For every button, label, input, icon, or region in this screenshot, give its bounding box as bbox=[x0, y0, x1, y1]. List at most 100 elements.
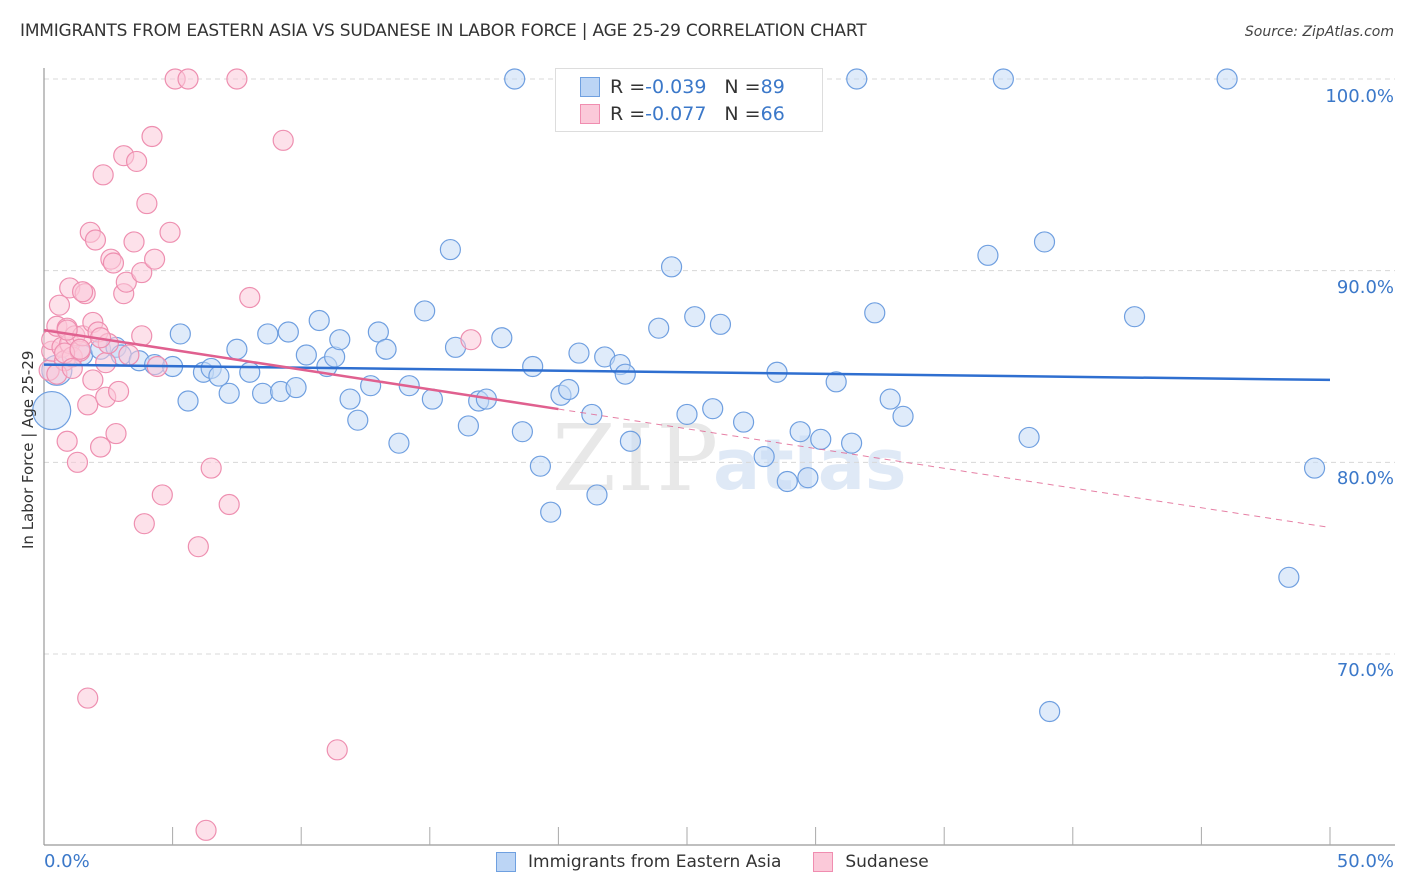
legend-label: Sudanese bbox=[845, 852, 929, 872]
r-label: R = bbox=[610, 76, 646, 98]
point-sudanese bbox=[95, 352, 117, 374]
point-sudanese bbox=[84, 229, 107, 251]
point-eastern-asia bbox=[753, 445, 775, 468]
point-sudanese bbox=[136, 192, 158, 215]
point-sudanese bbox=[226, 68, 248, 90]
point-sudanese bbox=[107, 380, 130, 403]
point-eastern-asia bbox=[810, 428, 832, 450]
swatch-blue bbox=[496, 852, 516, 872]
point-sudanese bbox=[61, 357, 83, 380]
swatch-pink bbox=[580, 104, 600, 124]
point-eastern-asia bbox=[414, 300, 436, 322]
stats-legend: R = -0.039 N = 89 R = -0.077 N = 66 bbox=[555, 68, 823, 132]
y-tick-label: 80.0% bbox=[1336, 468, 1394, 489]
point-sudanese bbox=[56, 319, 78, 341]
point-eastern-asia bbox=[32, 390, 72, 431]
point-eastern-asia bbox=[676, 403, 698, 426]
point-eastern-asia bbox=[457, 415, 479, 437]
point-sudanese bbox=[177, 68, 199, 90]
point-eastern-asia bbox=[375, 338, 397, 360]
point-eastern-asia bbox=[208, 365, 230, 387]
point-eastern-asia bbox=[504, 68, 526, 90]
point-eastern-asia bbox=[540, 501, 562, 523]
point-eastern-asia bbox=[892, 405, 914, 427]
point-eastern-asia bbox=[1278, 566, 1300, 588]
point-eastern-asia bbox=[619, 430, 642, 452]
point-eastern-asia bbox=[797, 467, 819, 489]
point-eastern-asia bbox=[522, 355, 544, 378]
point-eastern-asia bbox=[295, 344, 317, 366]
point-eastern-asia bbox=[252, 382, 274, 404]
point-eastern-asia bbox=[614, 363, 636, 385]
n-label: N = bbox=[724, 76, 761, 98]
point-eastern-asia bbox=[684, 306, 706, 328]
point-eastern-asia bbox=[329, 329, 351, 351]
point-sudanese bbox=[200, 457, 222, 479]
legend-row-sudanese: R = -0.077 N = 66 bbox=[580, 102, 785, 126]
point-sudanese bbox=[143, 248, 166, 270]
point-eastern-asia bbox=[660, 256, 683, 278]
point-sudanese bbox=[133, 513, 155, 535]
point-sudanese bbox=[92, 164, 114, 186]
point-eastern-asia bbox=[439, 238, 461, 261]
point-eastern-asia bbox=[491, 327, 513, 349]
point-eastern-asia bbox=[277, 321, 299, 343]
point-eastern-asia bbox=[285, 376, 307, 399]
point-eastern-asia bbox=[1303, 457, 1326, 479]
point-eastern-asia bbox=[732, 411, 755, 433]
n-label: N = bbox=[724, 103, 761, 125]
point-eastern-asia bbox=[239, 361, 261, 383]
swatch-pink bbox=[813, 852, 834, 872]
y-tick-label: 90.0% bbox=[1336, 277, 1394, 298]
point-sudanese bbox=[326, 739, 348, 761]
point-eastern-asia bbox=[558, 378, 580, 401]
n-value: 66 bbox=[760, 103, 785, 125]
point-sudanese bbox=[159, 221, 181, 243]
point-sudanese bbox=[105, 422, 127, 445]
y-tick-label: 100.0% bbox=[1325, 86, 1394, 107]
point-sudanese bbox=[118, 344, 140, 366]
x-tick-label: 0.0% bbox=[44, 851, 90, 872]
point-sudanese bbox=[460, 329, 482, 351]
point-sudanese bbox=[239, 286, 261, 309]
series-eastern-asia bbox=[32, 68, 1326, 723]
point-eastern-asia bbox=[879, 388, 901, 410]
point-eastern-asia bbox=[1039, 700, 1061, 723]
point-eastern-asia bbox=[347, 409, 369, 431]
point-sudanese bbox=[71, 281, 94, 303]
point-eastern-asia bbox=[776, 470, 798, 493]
n-value: 89 bbox=[760, 76, 785, 98]
point-eastern-asia bbox=[226, 338, 248, 360]
point-eastern-asia bbox=[177, 390, 199, 412]
point-sudanese bbox=[48, 294, 71, 316]
point-eastern-asia bbox=[846, 68, 868, 90]
point-sudanese bbox=[82, 369, 104, 391]
trend-line-sudanese-extension bbox=[558, 408, 1331, 528]
y-axis-label: In Labor Force | Age 25-29 bbox=[19, 350, 37, 549]
series-legend: Immigrants from Eastern Asia Sudanese bbox=[496, 852, 961, 872]
point-eastern-asia bbox=[308, 309, 330, 332]
swatch-blue bbox=[580, 77, 600, 97]
point-eastern-asia bbox=[992, 68, 1014, 90]
point-sudanese bbox=[151, 484, 173, 506]
point-eastern-asia bbox=[789, 421, 811, 443]
r-value: -0.077 bbox=[645, 103, 707, 125]
point-eastern-asia bbox=[421, 388, 443, 410]
point-eastern-asia bbox=[1216, 68, 1238, 90]
legend-item-sudanese[interactable]: Sudanese bbox=[813, 852, 929, 872]
point-eastern-asia bbox=[709, 313, 732, 335]
point-sudanese bbox=[218, 493, 240, 516]
point-eastern-asia bbox=[257, 323, 279, 345]
legend-item-eastern-asia[interactable]: Immigrants from Eastern Asia bbox=[496, 852, 781, 872]
point-eastern-asia bbox=[218, 382, 240, 404]
point-sudanese bbox=[123, 231, 145, 253]
point-eastern-asia bbox=[169, 323, 191, 345]
point-eastern-asia bbox=[841, 432, 863, 454]
point-eastern-asia bbox=[864, 302, 886, 324]
point-sudanese bbox=[272, 129, 294, 151]
point-sudanese bbox=[77, 394, 99, 416]
point-sudanese bbox=[125, 150, 148, 173]
r-label: R = bbox=[610, 103, 646, 125]
point-eastern-asia bbox=[648, 317, 670, 339]
point-eastern-asia bbox=[529, 455, 551, 477]
